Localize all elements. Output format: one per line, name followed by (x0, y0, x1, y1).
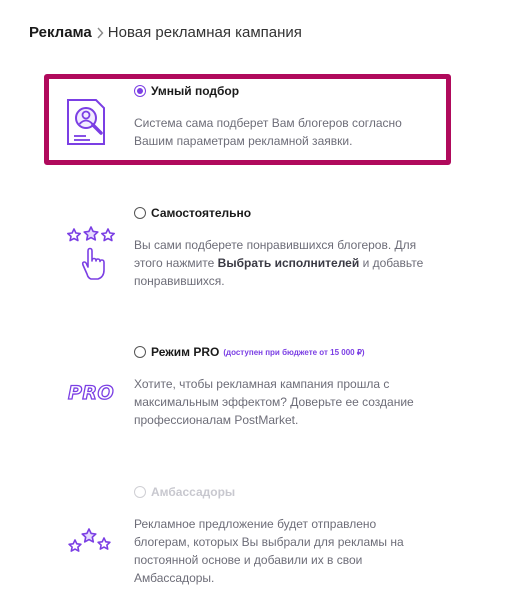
option-description: Рекламное предложение будет отправлено б… (134, 517, 404, 585)
breadcrumb: Реклама Новая рекламная кампания (29, 24, 302, 42)
radio-ambassadors (134, 486, 146, 498)
breadcrumb-current: Новая рекламная кампания (107, 24, 302, 41)
option-title: Самостоятельно (151, 206, 252, 220)
breadcrumb-root-link[interactable]: Реклама (29, 24, 92, 42)
option-title: Режим PRO (151, 345, 220, 359)
chevron-right-icon (94, 24, 106, 42)
stars-icon (68, 528, 112, 559)
option-description: Хотите, чтобы рекламная кампания прошла … (134, 377, 414, 427)
radio-self-selection[interactable] (134, 207, 146, 219)
pro-badge-icon: PRO (67, 381, 115, 404)
stars-hand-icon (66, 226, 116, 289)
selection-highlight-frame (44, 74, 451, 165)
budget-note: (доступен при бюджете от 15 000 ₽) (223, 347, 365, 357)
option-title: Амбассадоры (151, 485, 236, 499)
page-header: Реклама Новая рекламная кампания (0, 0, 518, 72)
radio-pro-mode[interactable] (134, 346, 146, 358)
choose-performers-emphasis: Выбрать исполнителей (217, 256, 360, 270)
option-description: Вы сами подберете понравившихся блогеров… (134, 238, 424, 288)
